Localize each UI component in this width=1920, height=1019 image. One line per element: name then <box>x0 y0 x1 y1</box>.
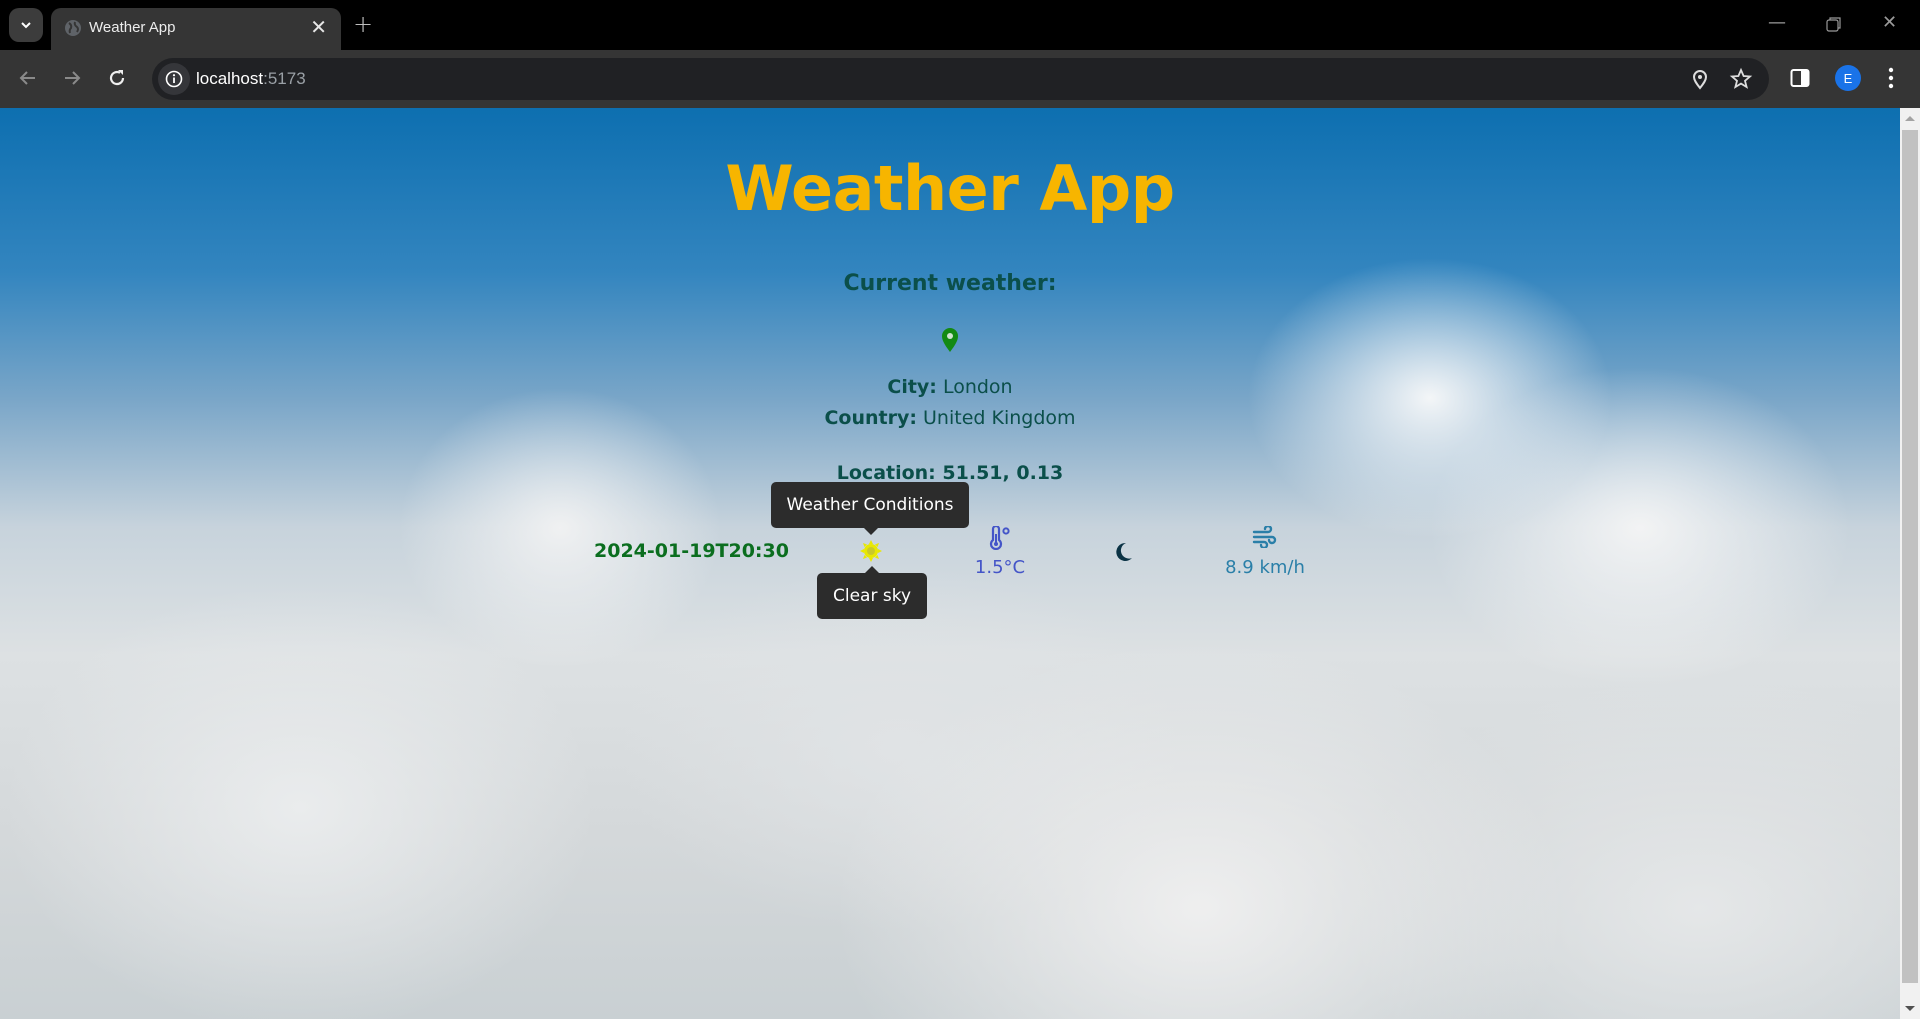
browser-titlebar: Weather App ✕ + — ✕ <box>0 0 1920 50</box>
country-label: Country: <box>824 407 917 429</box>
reload-icon <box>109 70 125 86</box>
reload-button[interactable] <box>103 64 131 92</box>
moon-icon <box>1116 542 1132 561</box>
city-label: City: <box>887 376 937 398</box>
tab-search-button[interactable] <box>9 8 43 42</box>
city-line: City: London <box>0 376 1900 398</box>
chevron-down-icon <box>21 22 31 29</box>
country-line: Country: United Kingdom <box>0 407 1900 429</box>
site-info-button[interactable] <box>158 63 190 95</box>
page-viewport: Weather App Current weather: City: Londo… <box>0 108 1900 1019</box>
thermometer-icon <box>989 526 1010 550</box>
tab-close-icon[interactable]: ✕ <box>310 15 327 39</box>
sun-icon[interactable] <box>859 539 883 563</box>
wind-icon <box>1252 526 1277 548</box>
back-button[interactable] <box>14 64 42 92</box>
info-icon <box>165 70 183 88</box>
location-value: 51.51, 0.13 <box>942 462 1064 484</box>
scroll-up-arrow-icon[interactable] <box>1905 116 1915 121</box>
scroll-down-arrow-icon[interactable] <box>1905 1006 1915 1011</box>
weather-conditions-tooltip: Weather Conditions <box>771 482 969 535</box>
city-value: London <box>942 376 1013 398</box>
forward-button[interactable] <box>58 64 86 92</box>
location-icon[interactable] <box>1688 67 1712 91</box>
minimize-icon[interactable]: — <box>1768 12 1786 33</box>
back-icon <box>19 71 35 85</box>
forward-icon <box>65 71 81 85</box>
tab-title: Weather App <box>89 19 176 36</box>
country-value: United Kingdom <box>923 407 1076 429</box>
scrollbar-thumb[interactable] <box>1902 130 1918 983</box>
forecast-datetime: 2024-01-19T20:30 <box>594 540 789 562</box>
profile-avatar[interactable]: E <box>1835 65 1861 91</box>
browser-toolbar: localhost:5173 E <box>0 50 1920 108</box>
location-label: Location: <box>836 462 936 484</box>
side-panel-icon[interactable] <box>1790 68 1810 88</box>
browser-tab[interactable]: Weather App ✕ <box>51 8 341 50</box>
restore-icon[interactable] <box>1826 16 1842 32</box>
clear-sky-tooltip: Clear sky <box>817 566 927 619</box>
new-tab-icon[interactable]: + <box>353 10 373 38</box>
temperature-value: 1.5°C <box>974 557 1026 578</box>
address-bar[interactable]: localhost:5173 <box>152 58 1769 100</box>
location-line: Location: 51.51, 0.13 <box>0 462 1900 484</box>
vertical-scrollbar[interactable] <box>1900 108 1920 1019</box>
menu-kebab-icon[interactable] <box>1887 67 1895 89</box>
window-close-icon[interactable]: ✕ <box>1882 12 1897 33</box>
globe-icon <box>65 20 81 36</box>
map-pin-icon <box>942 328 958 352</box>
wind-speed-value: 8.9 km/h <box>1225 557 1305 578</box>
page-title: Weather App <box>725 152 1175 225</box>
url-text: localhost:5173 <box>196 69 306 88</box>
bookmark-star-icon[interactable] <box>1729 67 1753 91</box>
current-weather-heading: Current weather: <box>843 271 1057 296</box>
